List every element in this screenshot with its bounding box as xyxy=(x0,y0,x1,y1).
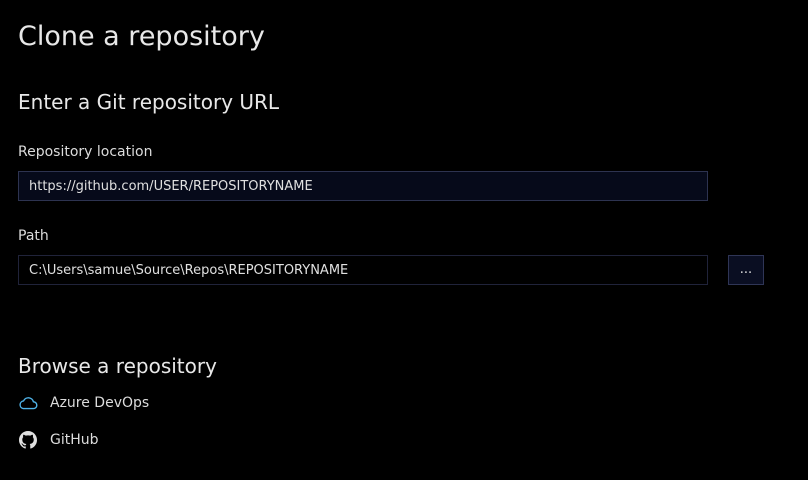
provider-label-azure-devops: Azure DevOps xyxy=(50,395,150,411)
path-label: Path xyxy=(18,228,49,244)
git-url-section-title: Enter a Git repository URL xyxy=(18,90,280,114)
repository-location-input[interactable] xyxy=(18,171,708,201)
path-input[interactable] xyxy=(18,255,708,285)
provider-label-github: GitHub xyxy=(50,432,99,448)
provider-github[interactable]: GitHub xyxy=(18,428,99,452)
provider-azure-devops[interactable]: Azure DevOps xyxy=(18,391,149,415)
repository-location-label: Repository location xyxy=(18,144,153,160)
cloud-icon xyxy=(18,393,38,413)
page-title: Clone a repository xyxy=(18,21,265,52)
browse-section-title: Browse a repository xyxy=(18,354,217,378)
browse-path-button[interactable]: ... xyxy=(728,255,764,285)
github-icon xyxy=(18,430,38,450)
